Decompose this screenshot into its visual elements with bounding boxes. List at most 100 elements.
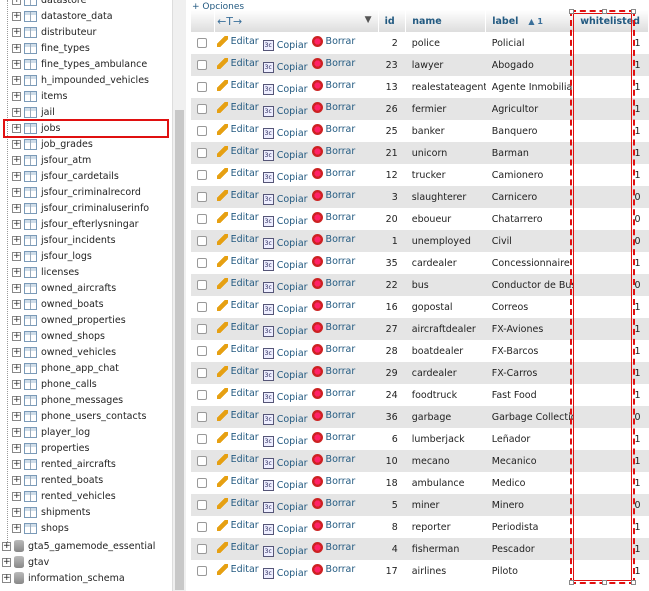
edit-button[interactable]: Editar (216, 211, 259, 223)
tree-item-label[interactable]: jsfour_criminalrecord (41, 187, 141, 198)
delete-label[interactable]: Borrar (326, 80, 356, 91)
tree-item-owned_aircrafts[interactable]: + owned_aircrafts (0, 280, 116, 296)
expand-icon[interactable]: + (12, 523, 21, 533)
tree-item-label[interactable]: datastore_data (41, 11, 113, 22)
edit-button[interactable]: Editar (216, 277, 259, 289)
column-header-name-label[interactable]: name (412, 16, 442, 27)
delete-label[interactable]: Borrar (326, 542, 356, 553)
copy-label[interactable]: Copiar (277, 414, 308, 425)
row-checkbox[interactable] (197, 500, 207, 510)
tree-item-label[interactable]: shops (41, 523, 69, 534)
cell-label[interactable]: Chatarrero (485, 208, 574, 230)
copy-button[interactable]: 3c Copiar (262, 391, 308, 403)
copy-button[interactable]: 3c Copiar (262, 347, 308, 359)
cell-whitelisted[interactable]: 1 (573, 560, 649, 582)
delete-button[interactable]: Borrar (311, 497, 356, 509)
edit-label[interactable]: Editar (231, 36, 259, 47)
cell-name[interactable]: trucker (405, 164, 486, 186)
copy-button[interactable]: 3c Copiar (262, 127, 308, 139)
edit-button[interactable]: Editar (216, 57, 259, 69)
row-checkbox[interactable] (197, 434, 207, 444)
tree-item-label[interactable]: items (41, 91, 67, 102)
cell-whitelisted[interactable]: 1 (573, 450, 649, 472)
tree-item-jobs[interactable]: + jobs (0, 120, 60, 136)
edit-button[interactable]: Editar (216, 387, 259, 399)
edit-label[interactable]: Editar (231, 58, 259, 69)
expand-icon[interactable]: + (2, 541, 11, 551)
edit-label[interactable]: Editar (231, 102, 259, 113)
copy-button[interactable]: 3c Copiar (262, 325, 308, 337)
row-checkbox[interactable] (197, 324, 207, 334)
delete-label[interactable]: Borrar (326, 344, 356, 355)
column-header-id-label[interactable]: id (385, 16, 395, 27)
expand-icon[interactable]: + (12, 203, 21, 213)
delete-button[interactable]: Borrar (311, 343, 356, 355)
database-item-gtav[interactable]: + gtav (0, 554, 49, 570)
row-checkbox[interactable] (197, 214, 207, 224)
edit-button[interactable]: Editar (216, 233, 259, 245)
delete-label[interactable]: Borrar (326, 388, 356, 399)
copy-label[interactable]: Copiar (277, 392, 308, 403)
edit-button[interactable]: Editar (216, 409, 259, 421)
copy-button[interactable]: 3c Copiar (262, 39, 308, 51)
tree-item-rented_aircrafts[interactable]: + rented_aircrafts (0, 456, 116, 472)
copy-label[interactable]: Copiar (277, 128, 308, 139)
tree-item-label[interactable]: jsfour_efterlysningar (41, 219, 139, 230)
nav-scrollbar-thumb[interactable] (175, 110, 184, 590)
tree-item-label[interactable]: owned_properties (41, 315, 126, 326)
expand-icon[interactable]: + (12, 219, 21, 229)
expand-icon[interactable]: + (12, 299, 21, 309)
cell-label[interactable]: Abogado (485, 54, 574, 76)
tree-item-label[interactable]: jsfour_incidents (41, 235, 116, 246)
row-checkbox[interactable] (197, 148, 207, 158)
column-header-whitelisted-label[interactable]: whitelisted (580, 16, 640, 27)
copy-label[interactable]: Copiar (277, 348, 308, 359)
delete-button[interactable]: Borrar (311, 233, 355, 245)
copy-label[interactable]: Copiar (277, 524, 308, 535)
tree-item-label[interactable]: distributeur (41, 27, 96, 38)
delete-label[interactable]: Borrar (326, 498, 356, 509)
delete-button[interactable]: Borrar (311, 453, 355, 465)
tree-item-phone_calls[interactable]: + phone_calls (0, 376, 97, 392)
cell-label[interactable]: Fast Food (485, 384, 574, 406)
cell-whitelisted[interactable]: 1 (573, 340, 649, 362)
cell-id[interactable]: 2 (378, 32, 406, 54)
edit-button[interactable]: Editar (216, 475, 259, 487)
cell-name[interactable]: fermier (405, 98, 486, 120)
database-item-gta5_gamemode_essential[interactable]: + gta5_gamemode_essential (0, 538, 155, 554)
cell-id[interactable]: 28 (378, 340, 406, 362)
cell-id[interactable]: 8 (378, 516, 406, 538)
cell-label[interactable]: Carnicero (485, 186, 574, 208)
cell-label[interactable]: FX-Barcos (485, 340, 574, 362)
cell-label[interactable]: Barman (485, 142, 574, 164)
row-checkbox[interactable] (197, 280, 207, 290)
row-checkbox[interactable] (197, 412, 207, 422)
delete-button[interactable]: Borrar (311, 563, 355, 575)
tree-item-label[interactable]: rented_aircrafts (41, 459, 116, 470)
row-checkbox[interactable] (197, 60, 207, 70)
row-checkbox[interactable] (197, 522, 207, 532)
cell-label[interactable]: Agricultor (485, 98, 574, 120)
delete-button[interactable]: Borrar (311, 35, 356, 47)
row-checkbox[interactable] (197, 258, 207, 268)
delete-label[interactable]: Borrar (326, 36, 356, 47)
edit-label[interactable]: Editar (231, 146, 259, 157)
cell-name[interactable]: boatdealer (405, 340, 486, 362)
tree-item-shops[interactable]: + shops (0, 520, 69, 536)
cell-name[interactable]: banker (405, 120, 486, 142)
column-header-id[interactable]: id (378, 10, 407, 32)
tree-item-phone_users_contacts[interactable]: + phone_users_contacts (0, 408, 146, 424)
cell-whitelisted[interactable]: 1 (573, 296, 649, 318)
delete-button[interactable]: Borrar (311, 365, 355, 377)
edit-button[interactable]: Editar (216, 497, 259, 509)
tree-item-jsfour_atm[interactable]: + jsfour_atm (0, 152, 91, 168)
tree-item-owned_boats[interactable]: + owned_boats (0, 296, 104, 312)
copy-label[interactable]: Copiar (277, 40, 308, 51)
copy-button[interactable]: 3c Copiar (262, 83, 308, 95)
tree-item-label[interactable]: phone_app_chat (41, 363, 119, 374)
edit-label[interactable]: Editar (231, 520, 259, 531)
expand-icon[interactable]: + (12, 123, 21, 133)
tree-item-job_grades[interactable]: + job_grades (0, 136, 93, 152)
copy-label[interactable]: Copiar (277, 172, 308, 183)
cell-whitelisted[interactable]: 0 (573, 186, 649, 208)
